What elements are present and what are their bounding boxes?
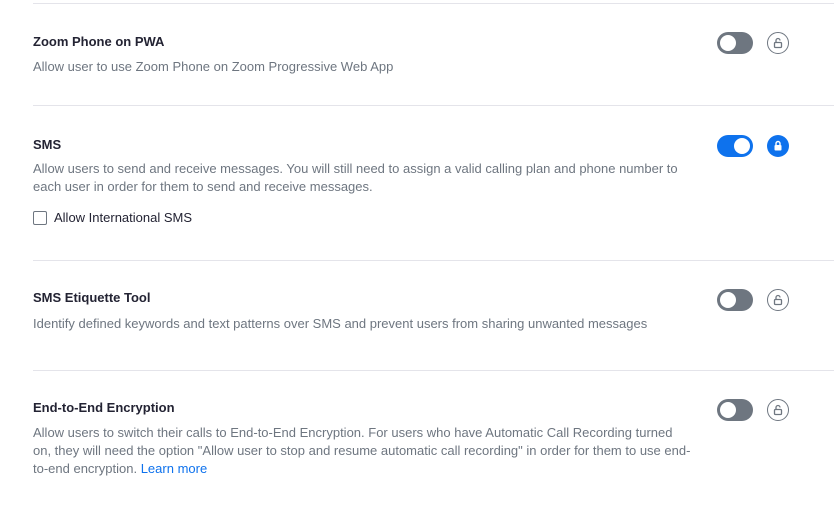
toggle-knob	[720, 292, 736, 308]
setting-description: Allow users to send and receive messages…	[33, 161, 678, 194]
toggle-knob	[720, 35, 736, 51]
learn-more-link[interactable]: Learn more	[141, 461, 207, 476]
toggle-knob	[734, 138, 750, 154]
setting-title: End-to-End Encryption	[33, 400, 175, 415]
setting-sms-etiquette-tool: SMS Etiquette Tool Identify defined keyw…	[33, 261, 834, 371]
toggle-switch[interactable]	[717, 32, 753, 54]
setting-description: Allow users to switch their calls to End…	[33, 424, 693, 478]
setting-title: Zoom Phone on PWA	[33, 34, 165, 49]
setting-zoom-phone-pwa: Zoom Phone on PWA Allow user to use Zoom…	[33, 4, 834, 106]
setting-description: Identify defined keywords and text patte…	[33, 316, 648, 331]
setting-sms: SMS Allow users to send and receive mess…	[33, 106, 834, 261]
unlock-icon[interactable]	[767, 399, 789, 421]
toggle-knob	[720, 402, 736, 418]
description-text: Allow users to switch their calls to End…	[33, 425, 691, 476]
allow-international-sms-option[interactable]: Allow International SMS	[33, 210, 192, 225]
unlock-icon[interactable]	[767, 289, 789, 311]
toggle-switch[interactable]	[717, 399, 753, 421]
lock-icon[interactable]	[767, 135, 789, 157]
toggle-switch[interactable]	[717, 289, 753, 311]
checkbox-label: Allow International SMS	[54, 210, 193, 225]
allow-international-sms-checkbox[interactable]	[33, 210, 47, 225]
setting-end-to-end-encryption: End-to-End Encryption Allow users to swi…	[33, 371, 834, 515]
setting-description: Allow user to use Zoom Phone on Zoom Pro…	[33, 59, 394, 74]
setting-title: SMS	[33, 137, 62, 152]
toggle-switch[interactable]	[717, 135, 753, 157]
setting-title: SMS Etiquette Tool	[33, 290, 151, 305]
unlock-icon[interactable]	[767, 32, 789, 54]
